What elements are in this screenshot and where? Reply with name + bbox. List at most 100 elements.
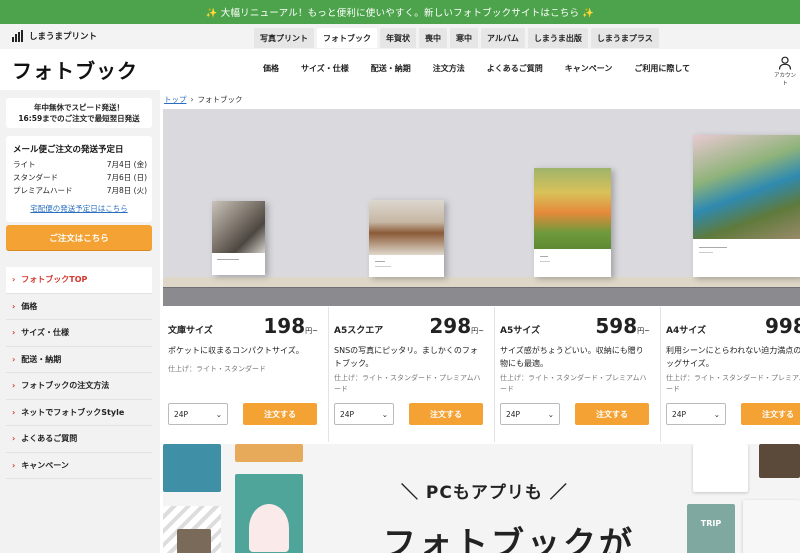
order-button-a4[interactable]: 注文する [741, 403, 800, 425]
nav-price[interactable]: 価格 [252, 63, 290, 74]
book-a5-square-image [369, 200, 444, 277]
promo-book-dark [759, 444, 800, 478]
side-item-campaign[interactable]: › キャンペーン [6, 453, 152, 479]
courier-schedule-link[interactable]: 宅配便の発送予定日はこちら [6, 203, 152, 214]
page-title[interactable]: フォトブック [12, 55, 138, 84]
nav-faq[interactable]: よくあるご質問 [476, 63, 554, 74]
price-value: 198 [263, 314, 306, 338]
book-a4-image [693, 135, 800, 277]
promo-tagline: ＼ PCもアプリも ／ [401, 483, 568, 503]
category-tabs: 写真プリント フォトブック 年賀状 喪中 寒中 アルバム しまうま出版 しまうま… [254, 28, 659, 48]
promo-book-grid [743, 500, 800, 553]
nav-campaign[interactable]: キャンペーン [554, 63, 624, 74]
pages-select[interactable]: 24P ⌄ [334, 403, 394, 425]
side-item-label: よくあるご質問 [21, 434, 78, 444]
product-card-a5: A5サイズ 598円~ サイズ感がちょうどいい。収納にも贈り物にも最適。 仕上げ… [495, 307, 661, 442]
tab-label: 年賀状 [386, 33, 410, 43]
cover-text-line [699, 252, 713, 253]
side-item-label: 配送・納期 [21, 354, 62, 364]
cover-text-line [540, 261, 550, 262]
product-finish: 仕上げ：ライト・スタンダード・プレミアムハード [500, 374, 647, 393]
product-desc: サイズ感がちょうどいい。収納にも贈り物にも最適。 [500, 346, 644, 368]
side-item-top[interactable]: › フォトブックTOP [6, 267, 152, 294]
product-desc: ポケットに収まるコンパクトサイズ。 [168, 346, 304, 355]
side-item-delivery[interactable]: › 配送・納期 [6, 347, 152, 373]
chevron-right-icon: › [12, 354, 16, 364]
announcement-banner[interactable]: ✨ 大幅リニューアル！もっと便利に使いやすく。新しいフォトブックサイトはこちら … [0, 0, 800, 24]
tulip-photo [534, 168, 611, 249]
chevron-right-icon: › [12, 301, 16, 311]
account-button[interactable]: アカウント [772, 56, 798, 87]
price-unit: 円~ [637, 327, 650, 335]
order-button-a5-square[interactable]: 注文する [409, 403, 483, 425]
price-unit: 円~ [471, 327, 484, 335]
ship-row: ライト 7月4日 (金) [13, 159, 147, 170]
tab-label: アルバム [487, 33, 519, 43]
brand-logo[interactable]: しまうまプリント [12, 30, 97, 42]
side-item-order-method[interactable]: › フォトブックの注文方法 [6, 373, 152, 400]
breadcrumb: トップ › フォトブック [164, 94, 243, 105]
chevron-right-icon: › [12, 328, 16, 338]
tab-publishing[interactable]: しまうま出版 [527, 28, 588, 48]
pages-value: 24P [340, 409, 355, 419]
tab-mochu[interactable]: 喪中 [419, 28, 447, 48]
cover-text-line [217, 259, 239, 260]
side-item-label: フォトブックTOP [21, 275, 88, 285]
tab-label: しまうまプラス [596, 33, 653, 43]
product-card-a4: A4サイズ 998円~ 利用シーンにとらわれない迫力満点のビッグサイズ。 仕上げ… [661, 307, 800, 442]
tab-label: 写真プリント [260, 33, 308, 43]
side-item-label: フォトブックの注文方法 [21, 381, 110, 391]
order-button[interactable]: ご注文はこちら [6, 225, 152, 250]
product-name: A4サイズ [666, 326, 706, 336]
tab-plus[interactable]: しまうまプラス [590, 28, 659, 48]
side-item-label: サイズ・仕様 [21, 328, 70, 338]
tab-label: しまうま出版 [533, 33, 582, 43]
pages-select[interactable]: 24P ⌄ [500, 403, 560, 425]
side-item-style[interactable]: › ネットでフォトブックStyle [6, 400, 152, 426]
chevron-down-icon: ⌄ [381, 409, 388, 419]
nav-size-spec[interactable]: サイズ・仕様 [290, 63, 360, 74]
ship-plan: スタンダード [13, 173, 58, 182]
side-item-label: キャンペーン [21, 460, 69, 470]
side-item-label: ネットでフォトブックStyle [21, 407, 125, 417]
tab-kanchu[interactable]: 寒中 [450, 28, 478, 48]
side-item-label: 価格 [21, 301, 38, 311]
shelf-top [163, 277, 800, 287]
promo-book-teal [163, 444, 221, 492]
pages-select[interactable]: 24P ⌄ [168, 403, 228, 425]
side-item-price[interactable]: › 価格 [6, 294, 152, 320]
product-price: 198円~ [263, 314, 318, 338]
cup-photo [369, 200, 444, 255]
breadcrumb-separator: › [190, 95, 194, 104]
side-menu: › フォトブックTOP › 価格 › サイズ・仕様 › 配送・納期 › フォトブックの注文… [6, 267, 152, 479]
category-bar: しまうまプリント 写真プリント フォトブック 年賀状 喪中 寒中 アルバム しま… [0, 24, 800, 49]
pages-value: 24P [174, 409, 189, 419]
tab-photo-print[interactable]: 写真プリント [254, 28, 314, 48]
hero-image [163, 109, 800, 306]
order-button-bunko[interactable]: 注文する [243, 403, 317, 425]
tab-label: フォトブック [323, 33, 371, 43]
breadcrumb-current: フォトブック [197, 95, 243, 104]
side-item-size-spec[interactable]: › サイズ・仕様 [6, 320, 152, 347]
announcement-text[interactable]: ✨ 大幅リニューアル！もっと便利に使いやすく。新しいフォトブックサイトはこちら … [206, 5, 595, 19]
order-button-a5[interactable]: 注文する [575, 403, 649, 425]
side-item-faq[interactable]: › よくあるご質問 [6, 426, 152, 453]
chevron-right-icon: › [12, 275, 16, 285]
cover-text-line [375, 266, 391, 267]
breadcrumb-home[interactable]: トップ [164, 94, 187, 105]
notice-line-2: 16:59までのご注文で最短翌日発送 [18, 114, 140, 123]
price-value: 598 [595, 314, 638, 338]
nav-delivery[interactable]: 配送・納期 [360, 63, 422, 74]
pages-select[interactable]: 24P ⌄ [666, 403, 726, 425]
tab-nengajo[interactable]: 年賀状 [380, 28, 416, 48]
product-card-bunko: 文庫サイズ 198円~ ポケットに収まるコンパクトサイズ。 仕上げ：ライト・スタ… [163, 307, 329, 442]
chevron-down-icon: ⌄ [547, 409, 554, 419]
tab-album[interactable]: アルバム [481, 28, 525, 48]
nav-order-method[interactable]: 注文方法 [422, 63, 476, 74]
main-content: トップ › フォトブック 文庫サイズ 198円~ ポケットに収まるコンパクトサイ… [160, 90, 800, 553]
shipping-schedule-title: メール便ご注文の発送予定日 [13, 145, 124, 155]
tab-photobook[interactable]: フォトブック [317, 28, 377, 48]
book-bunko-image [212, 201, 265, 275]
global-nav: 価格 サイズ・仕様 配送・納期 注文方法 よくあるご質問 キャンペーン ご利用に… [252, 63, 701, 74]
nav-terms[interactable]: ご利用に際して [623, 63, 701, 74]
